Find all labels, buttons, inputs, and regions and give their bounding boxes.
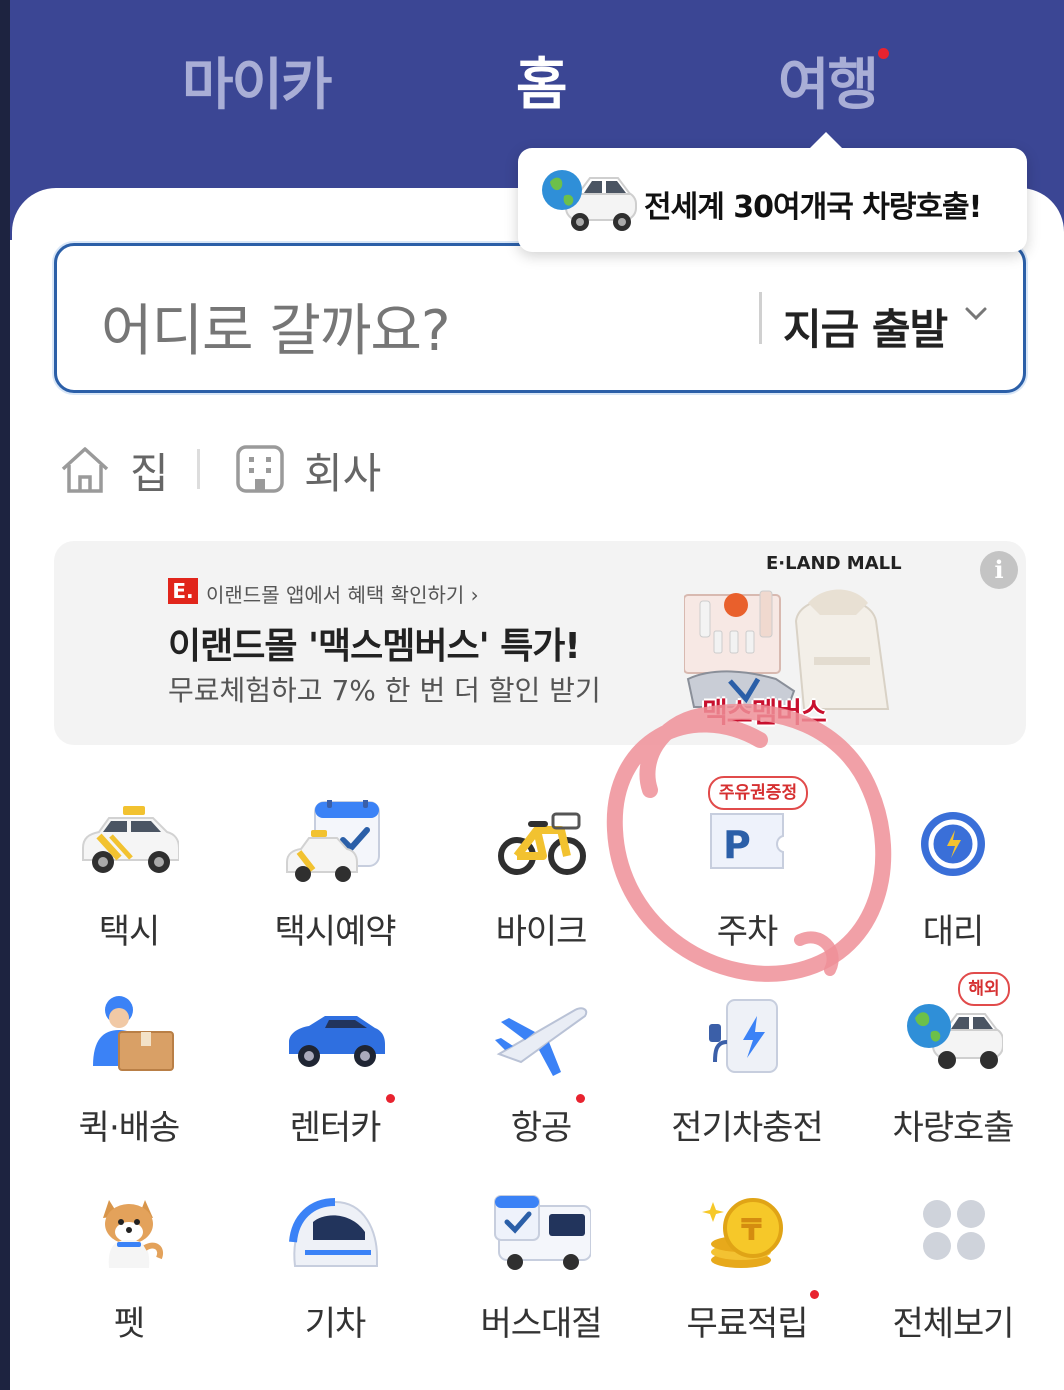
service-label: 렌터카: [289, 1108, 382, 1148]
service-label: 차량호출: [892, 1108, 1014, 1148]
bus-charter-icon: [494, 1195, 591, 1270]
airplane-icon: [495, 1007, 588, 1076]
banner-title: 이랜드몰 '맥스멤버스' 특가!: [168, 626, 581, 667]
service-label: 대리: [922, 912, 985, 952]
grid-icon: [923, 1200, 985, 1260]
bike-icon: [498, 812, 586, 875]
service-train[interactable]: 기차: [240, 1192, 430, 1362]
service-label: 기차: [304, 1304, 367, 1344]
service-bike[interactable]: 바이크: [446, 800, 636, 970]
quick-place-home[interactable]: 집: [58, 440, 169, 500]
service-free-points[interactable]: ₸ 무료적립: [652, 1192, 842, 1362]
banner-tag: 맥스멤버스: [702, 696, 827, 729]
chevron-down-icon[interactable]: [961, 298, 991, 336]
banner-brand: E·LAND MALL: [766, 553, 902, 574]
taxi-icon: [82, 806, 179, 873]
parking-icon: P: [710, 813, 784, 869]
svg-text:P: P: [723, 823, 751, 867]
service-bus-charter[interactable]: 버스대절: [446, 1192, 636, 1362]
quick-place-label: 회사: [304, 448, 382, 498]
banner-source: 이랜드몰 앱에서 혜택 확인하기 ›: [206, 583, 479, 607]
delivery-icon: [93, 996, 174, 1071]
travel-new-dot: [878, 48, 889, 59]
info-icon[interactable]: i: [980, 551, 1018, 589]
service-ev-charger[interactable]: 전기차충전: [652, 996, 842, 1166]
service-label: 무료적립: [686, 1304, 808, 1344]
rental-new-dot: [386, 1094, 395, 1103]
banner-subtitle: 무료체험하고 7% 한 번 더 할인 받기: [168, 674, 601, 707]
search-bar[interactable]: 어디로 갈까요? 지금 출발: [54, 243, 1026, 393]
tab-mycar[interactable]: 마이카: [182, 40, 333, 121]
service-label: 전체보기: [892, 1304, 1014, 1344]
eland-logo: E.: [168, 578, 198, 604]
service-label: 퀵·배송: [78, 1108, 181, 1148]
ev-charger-icon: [709, 999, 778, 1073]
screen-edge: [0, 0, 10, 1390]
train-icon: [289, 1198, 378, 1267]
service-pet[interactable]: 펫: [34, 1192, 224, 1362]
home-icon: [61, 447, 109, 493]
tab-travel[interactable]: 여행: [778, 40, 879, 121]
service-global-ride[interactable]: 차량호출: [858, 996, 1048, 1166]
promo-banner[interactable]: E. 이랜드몰 앱에서 혜택 확인하기 › 이랜드몰 '맥스멤버스' 특가! 무…: [54, 541, 1026, 745]
designated-driver-icon: [921, 812, 985, 876]
globe-car-icon: [542, 170, 637, 231]
service-rental-car[interactable]: 렌터카: [240, 996, 430, 1166]
service-airplane[interactable]: 항공: [446, 996, 636, 1166]
service-label: 버스대절: [480, 1304, 602, 1344]
depart-time-selector[interactable]: 지금 출발: [783, 296, 948, 357]
quick-place-label: 집: [130, 448, 169, 498]
service-label: 항공: [510, 1108, 573, 1148]
service-label: 주차: [716, 912, 779, 952]
points-new-dot: [810, 1290, 819, 1299]
service-taxi[interactable]: 택시: [34, 800, 224, 970]
service-taxi-reservation[interactable]: 택시예약: [240, 800, 430, 970]
tab-home[interactable]: 홈: [516, 40, 568, 121]
airplane-new-dot: [576, 1094, 585, 1103]
service-label: 바이크: [495, 912, 588, 952]
dog-icon: [103, 1200, 163, 1268]
service-label: 전기차충전: [671, 1108, 823, 1148]
building-icon: [236, 445, 284, 493]
coin-icon: ₸: [702, 1198, 783, 1268]
service-designated-driver[interactable]: 대리: [858, 800, 1048, 970]
service-label: 펫: [113, 1304, 145, 1344]
rental-car-icon: [289, 1016, 385, 1067]
globe-car-icon: [907, 1004, 1003, 1069]
tooltip-text: 전세계 30여개국 차량호출!: [644, 190, 982, 225]
taxi-reservation-icon: [286, 800, 380, 882]
travel-tooltip[interactable]: 전세계 30여개국 차량호출!: [518, 132, 1027, 252]
service-view-all[interactable]: 전체보기: [858, 1192, 1048, 1362]
quick-place-divider: [197, 449, 200, 489]
service-parking[interactable]: P 주차: [652, 800, 842, 970]
service-label: 택시예약: [274, 912, 396, 952]
parking-promo-badge: 주유권증정: [708, 776, 808, 810]
overseas-badge: 해외: [958, 972, 1010, 1006]
quick-place-work[interactable]: 회사: [234, 440, 381, 500]
svg-text:₸: ₸: [741, 1213, 762, 1248]
service-delivery[interactable]: 퀵·배송: [34, 996, 224, 1166]
search-placeholder[interactable]: 어디로 갈까요?: [101, 286, 451, 367]
service-label: 택시: [98, 912, 161, 952]
search-divider: [759, 292, 762, 344]
